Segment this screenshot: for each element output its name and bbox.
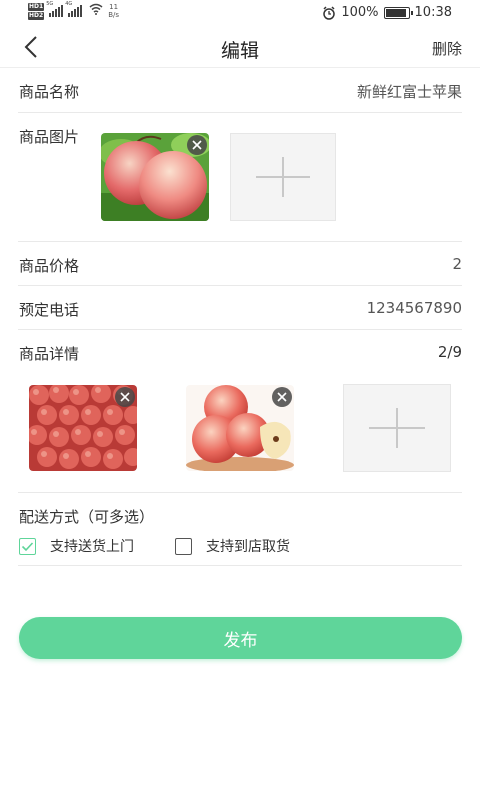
add-product-image-button[interactable]: [230, 133, 336, 221]
delete-button[interactable]: 删除: [432, 38, 462, 59]
remove-detail-image-2-button[interactable]: [272, 387, 292, 407]
image-label: 商品图片: [19, 128, 80, 146]
speed-unit: B/s: [108, 11, 119, 19]
name-label: 商品名称: [19, 83, 80, 101]
remove-detail-image-1-button[interactable]: [115, 387, 135, 407]
page-title: 编辑: [220, 40, 259, 62]
phone-value[interactable]: 1234567890: [367, 299, 462, 317]
add-detail-image-button[interactable]: [343, 384, 451, 472]
detail-label: 商品详情: [19, 345, 80, 363]
wifi-icon: [89, 3, 103, 15]
signal-icon: 5G: [46, 1, 64, 17]
remove-image-button[interactable]: [187, 135, 207, 155]
alarm-icon: [323, 5, 336, 20]
phone-label: 预定电话: [19, 301, 80, 319]
detail-row: 商品详情 2/9: [18, 330, 462, 493]
name-value[interactable]: 新鲜红富士苹果: [357, 81, 462, 102]
hd1-badge: HD1: [28, 3, 45, 11]
price-row[interactable]: 商品价格 2: [18, 242, 462, 286]
delivery-option-pickup-label: 支持到店取货: [206, 539, 290, 555]
name-row[interactable]: 商品名称 新鲜红富士苹果: [18, 69, 462, 113]
publish-button[interactable]: 发布: [19, 617, 462, 659]
close-icon: [120, 392, 130, 402]
net1-label: 5G: [46, 1, 54, 7]
phone-row[interactable]: 预定电话 1234567890: [18, 286, 462, 330]
battery-percent: 100%: [341, 5, 379, 20]
delivery-option-home-label: 支持送货上门: [50, 539, 134, 555]
check-icon: [21, 541, 34, 551]
nav-header: 编辑 删除: [0, 26, 480, 68]
product-image-thumb[interactable]: [101, 133, 209, 221]
detail-count: 2/9: [437, 343, 462, 361]
battery-icon: [383, 6, 413, 19]
price-value[interactable]: 2: [452, 255, 462, 273]
signal-icon-2: 4G: [65, 1, 83, 17]
status-left: HD1 HD2 5G 4G 11 B/s: [28, 1, 119, 20]
detail-image-thumb-1[interactable]: [29, 385, 137, 471]
hd-badges: HD1 HD2: [28, 3, 45, 20]
status-right: 100% 10:38: [322, 5, 452, 20]
delivery-title: 配送方式（可多选）: [19, 508, 155, 526]
status-bar: HD1 HD2 5G 4G 11 B/s 100% 10:38: [0, 0, 480, 26]
hd2-badge: HD2: [28, 12, 45, 20]
close-icon: [277, 392, 287, 402]
checkbox-checked[interactable]: [19, 537, 36, 555]
clock: 10:38: [414, 5, 452, 20]
net2-label: 4G: [65, 1, 73, 7]
image-row: 商品图片: [18, 113, 462, 242]
price-label: 商品价格: [19, 257, 80, 275]
delivery-option-pickup[interactable]: 支持到店取货: [175, 536, 290, 556]
close-icon: [192, 140, 202, 150]
net-speed: 11 B/s: [108, 3, 119, 19]
speed-value: 11: [109, 3, 119, 11]
checkbox-unchecked[interactable]: [175, 537, 192, 555]
divider: [18, 565, 462, 566]
delivery-option-home[interactable]: 支持送货上门: [19, 536, 134, 556]
detail-image-thumb-2[interactable]: [186, 385, 294, 471]
